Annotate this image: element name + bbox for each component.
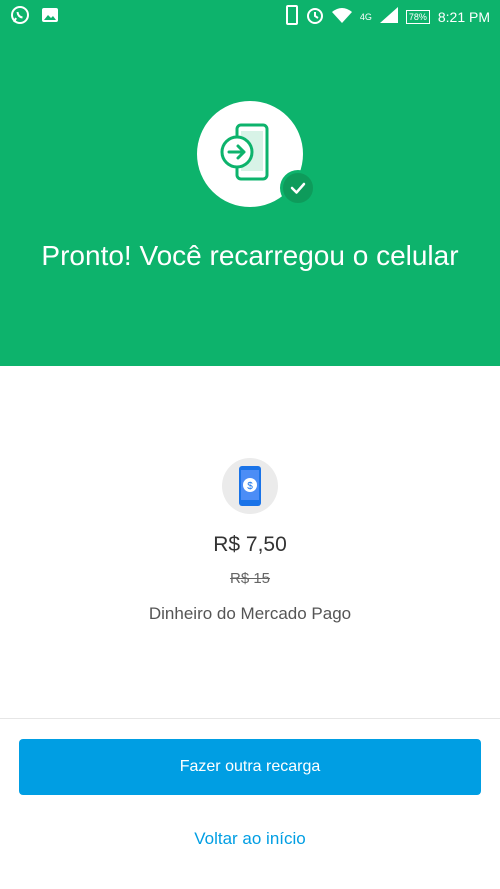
- battery-label: 78%: [408, 11, 427, 22]
- success-title: Pronto! Você recarregou o celular: [41, 240, 459, 271]
- divider: [0, 718, 500, 719]
- svg-text:$: $: [247, 481, 253, 492]
- recharge-summary: $ R$ 7,50 R$ 15 Dinheiro do Mercado Pago: [0, 366, 500, 718]
- battery-icon: 78%: [405, 9, 430, 24]
- phone-money-icon: $: [222, 458, 278, 514]
- status-bar: 4G 78% 8:21 PM: [0, 0, 500, 30]
- clock: 8:21 PM: [437, 8, 490, 25]
- whatsapp-icon: [10, 5, 30, 30]
- wifi-icon: [331, 7, 352, 26]
- gallery-icon: [40, 5, 60, 30]
- success-banner: Pronto! Você recarregou o celular: [0, 30, 500, 366]
- original-amount: R$ 15: [229, 570, 271, 587]
- back-home-link[interactable]: Voltar ao início: [0, 829, 500, 849]
- alarm-icon: [306, 6, 324, 27]
- recharge-amount: R$ 7,50: [213, 533, 287, 556]
- payment-method: Dinheiro do Mercado Pago: [148, 604, 352, 623]
- new-recharge-button[interactable]: Fazer outra recarga: [19, 739, 481, 795]
- status-right-icons: 4G 78% 8:21 PM: [285, 5, 490, 28]
- network-label: 4G: [359, 11, 372, 22]
- status-left-icons: [10, 5, 60, 30]
- signal-icon: [379, 7, 398, 26]
- phone-icon: [285, 5, 298, 28]
- check-icon: [280, 170, 316, 206]
